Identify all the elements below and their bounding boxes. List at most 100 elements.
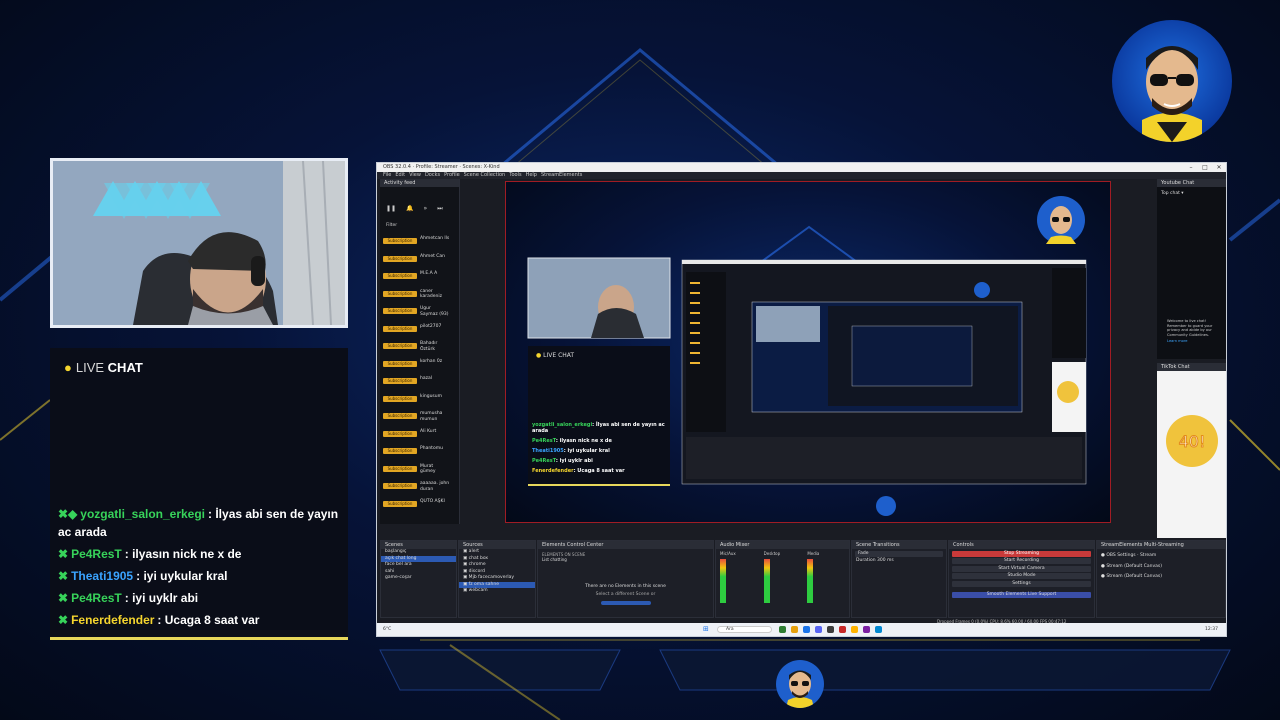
activity-name: Murat gümey: [420, 463, 436, 475]
volume-meter[interactable]: [807, 559, 814, 603]
preview-chat-username: Pe4ResT: [532, 458, 556, 464]
volume-meter[interactable]: [763, 559, 770, 603]
activity-name: Ahmet Can: [420, 253, 446, 259]
activity-item[interactable]: Subscription aaaaaa. john duran: [382, 480, 458, 494]
activity-item[interactable]: Subscription Phantomu: [382, 445, 458, 459]
menu-item[interactable]: Profile: [444, 172, 460, 179]
next-icon[interactable]: ⏭: [437, 205, 442, 213]
obs-taskbar-icon[interactable]: [827, 626, 834, 633]
pause-icon[interactable]: ❚❚: [386, 205, 396, 213]
weather-widget[interactable]: 6°C: [383, 623, 391, 636]
activity-item[interactable]: Subscription Bahadır Öztürk: [382, 340, 458, 354]
activity-item[interactable]: Subscription Ali Kurt: [382, 428, 458, 442]
learn-more-link[interactable]: Learn more: [1167, 339, 1188, 343]
subscription-badge: Subscription: [383, 448, 417, 454]
settings-button[interactable]: Settings: [952, 580, 1091, 587]
app-icon[interactable]: [863, 626, 870, 633]
multistream-row[interactable]: ● Stream (Default Canvas): [1097, 570, 1225, 581]
multistream-row[interactable]: ● OBS Settings · Stream: [1097, 549, 1225, 560]
subscription-badge: Subscription: [383, 343, 417, 349]
subscription-badge: Subscription: [383, 378, 417, 384]
menu-item[interactable]: Tools: [509, 172, 521, 179]
menu-item[interactable]: Docks: [425, 172, 440, 179]
minimize-icon[interactable]: –: [1184, 163, 1198, 172]
activity-name: M.E.A A: [420, 271, 438, 276]
stop-streaming-button[interactable]: Stop Streaming: [952, 550, 1091, 557]
volume-meter[interactable]: [720, 559, 726, 603]
start-virtual-camera-button[interactable]: Start Virtual Camera: [952, 565, 1091, 572]
explorer-icon[interactable]: [779, 626, 786, 633]
chat-username: Pe4ResT: [71, 547, 122, 561]
activity-item[interactable]: Subscription Ahmet Can: [382, 253, 458, 267]
chat-text: : Ucaga 8 saat var: [157, 613, 260, 627]
menu-item[interactable]: Help: [526, 172, 537, 179]
store-icon[interactable]: [875, 626, 882, 633]
multistream-row[interactable]: ● Stream (Default Canvas): [1097, 560, 1225, 571]
activity-item[interactable]: Subscription mumusha mumun: [382, 410, 458, 424]
edge-icon[interactable]: [803, 626, 810, 633]
mixer-channel-label: Mic/Aux: [720, 551, 736, 556]
chat-badge-icon: ✖: [58, 547, 69, 561]
bell-icon[interactable]: 🔔: [406, 205, 413, 213]
discord-icon[interactable]: [815, 626, 822, 633]
activity-item[interactable]: Subscription QUTO AŞKI: [382, 498, 458, 512]
taskbar-search[interactable]: Ara: [717, 626, 772, 633]
preview-chat-text: : iyi uyklr abi: [555, 458, 593, 464]
scene-item[interactable]: game-coşar: [381, 575, 456, 582]
studio-mode-button[interactable]: Studio Mode: [952, 573, 1091, 579]
menu-item[interactable]: File: [383, 172, 391, 179]
preview-chat-text: : ilyasn nick ne x de: [555, 438, 612, 444]
svg-text:40!: 40!: [1179, 432, 1206, 451]
activity-name: korhan 0z: [420, 358, 443, 364]
source-item[interactable]: ▣ webcam: [459, 588, 535, 595]
chat-text: : ilyasın nick ne x de: [124, 547, 242, 561]
cartoon-face-icon: [1142, 46, 1202, 142]
chat-badge-icon: ✖◆: [58, 507, 78, 521]
transition-type-select[interactable]: Fade: [855, 550, 943, 557]
chrome-icon[interactable]: [851, 626, 858, 633]
live-chat-overlay: ● LIVE CHAT ✖◆ yozgatli_salon_erkegi: İlya…: [50, 348, 348, 640]
live-support-button[interactable]: Smooth Elements Live Support: [952, 591, 1091, 598]
activity-item[interactable]: Subscription pilot2707: [382, 323, 458, 337]
menu-item[interactable]: StreamElements: [541, 172, 582, 179]
activity-item[interactable]: Subscription caner karadeniz: [382, 288, 458, 302]
audio-mixer-title: Audio Mixer: [716, 541, 849, 549]
streamer-avatar-logo: [1112, 20, 1232, 142]
menu-item[interactable]: View: [409, 172, 421, 179]
subscription-badge: Subscription: [383, 500, 417, 507]
menu-item[interactable]: Edit: [395, 172, 405, 179]
files-icon[interactable]: [791, 626, 798, 633]
menu-item[interactable]: Scene Collection: [464, 172, 506, 179]
elements-add-button[interactable]: [600, 601, 651, 605]
activity-filter[interactable]: Filter: [386, 223, 397, 228]
mixer-channel-label: Desktop: [763, 551, 781, 556]
activity-name: Bahadır Öztürk: [420, 341, 438, 352]
activity-item[interactable]: Subscription hazal: [382, 375, 458, 389]
close-icon[interactable]: ✕: [1212, 163, 1226, 172]
maximize-icon[interactable]: □: [1198, 163, 1212, 172]
mixer-channel: Mic/Aux: [720, 551, 758, 603]
mixer-channel-label: Media: [807, 551, 820, 556]
activity-item[interactable]: Subscription Murat gümey: [382, 463, 458, 477]
skip-icon[interactable]: »: [424, 205, 428, 213]
preview-chat-username: Pe4ResT: [532, 438, 556, 444]
activity-item[interactable]: Subscription korhan 0z: [382, 358, 458, 372]
top-chat-dropdown[interactable]: Top chat ▾: [1157, 187, 1226, 200]
preview-chat-message: Fenerdefender: Ucaga 8 saat var: [532, 468, 668, 474]
activity-item[interactable]: Subscription Ugur Saymaz (93): [382, 305, 458, 319]
start-recording-button[interactable]: Start Recording: [952, 558, 1091, 564]
chat-message: ✖ Fenerdefender: Ucaga 8 saat var: [58, 611, 342, 629]
elements-on-scene-label: ELEMENTS ON SCENE: [542, 552, 586, 557]
transitions-title: Scene Transitions: [852, 541, 946, 549]
windows-start-icon[interactable]: ⊞: [703, 623, 709, 636]
preview-chat-text: : Ucaga 8 saat var: [573, 468, 625, 474]
youtube-icon[interactable]: [839, 626, 846, 633]
obs-menubar: File Edit View Docks Profile Scene Collection…: [377, 172, 1226, 179]
chat-username: yozgatli_salon_erkegi: [80, 507, 206, 521]
transition-duration[interactable]: Duration 300 ms: [852, 558, 946, 563]
activity-item[interactable]: Subscription kingusum: [382, 393, 458, 407]
taskbar-clock[interactable]: 12:37: [1205, 623, 1218, 636]
activity-item[interactable]: Subscription M.E.A A: [382, 270, 458, 284]
subscription-badge: Subscription: [383, 465, 417, 472]
activity-item[interactable]: Subscription Ahmetcan lls: [382, 235, 458, 249]
